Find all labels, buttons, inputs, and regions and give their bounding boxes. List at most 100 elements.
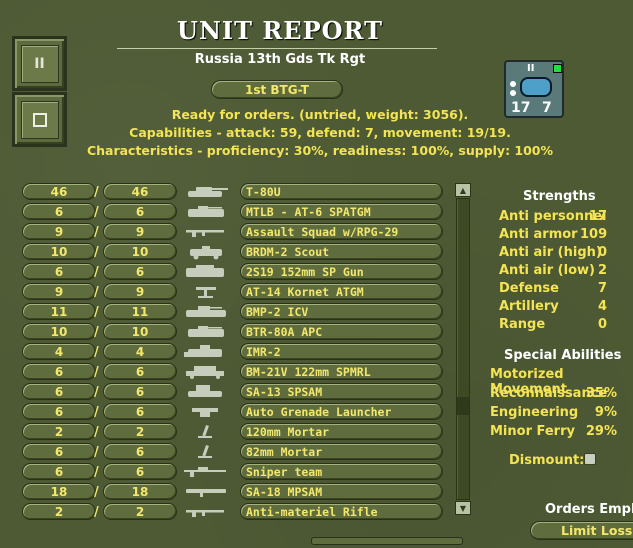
- orders-emphasis-label: Orders Empha: [545, 502, 633, 517]
- ifv-icon: [186, 306, 226, 317]
- tank-icon: [188, 187, 228, 197]
- strength-label: Range: [499, 317, 546, 332]
- scroll-up-button[interactable]: ▲: [455, 183, 471, 197]
- apc-icon: [188, 326, 224, 337]
- unit-max-count: 46: [103, 183, 177, 200]
- title-divider: [117, 48, 437, 49]
- unit-current-count: 2: [22, 503, 96, 520]
- stop-button[interactable]: [12, 92, 67, 147]
- unit-max-count: 6: [103, 363, 177, 380]
- armored-car-icon: [190, 246, 222, 260]
- characteristics-text: Characteristics - proficiency: 30%, read…: [86, 143, 554, 158]
- strength-value: 0: [597, 245, 607, 260]
- scrollbar-thumb[interactable]: [457, 397, 469, 415]
- strength-label: Anti armor: [499, 227, 578, 242]
- count-separator: /: [94, 405, 99, 420]
- unit-name-button[interactable]: BTR-80A APC: [240, 323, 443, 340]
- unit-parent-name: Russia 13th Gds Tk Rgt: [194, 52, 366, 67]
- count-separator: /: [94, 425, 99, 440]
- unit-current-count: 9: [22, 283, 96, 300]
- unit-name-button[interactable]: BMP-2 ICV: [240, 303, 443, 320]
- unit-max-count: 4: [103, 343, 177, 360]
- unit-name-button[interactable]: Assault Squad w/RPG-29: [240, 223, 443, 240]
- dot-icon: [510, 81, 516, 87]
- dismount-label: Dismount:: [509, 453, 585, 468]
- unit-max-count: 2: [103, 423, 177, 440]
- unit-name-button[interactable]: IMR-2: [240, 343, 443, 360]
- apc-icon: [188, 206, 224, 217]
- unit-max-count: 9: [103, 223, 177, 240]
- btg-selector-button[interactable]: 1st BTG-T: [211, 80, 343, 99]
- mortar-icon: [198, 425, 212, 438]
- unit-current-count: 10: [22, 243, 96, 260]
- unit-name-button[interactable]: MTLB - AT-6 SPATGM: [240, 203, 443, 220]
- ability-label: Minor Ferry: [490, 424, 575, 439]
- count-separator: /: [94, 505, 99, 520]
- unit-max-count: 18: [103, 483, 177, 500]
- count-separator: /: [94, 325, 99, 340]
- strength-value: 109: [580, 227, 608, 242]
- status-indicator: [553, 64, 562, 73]
- count-separator: /: [94, 305, 99, 320]
- unit-name-button[interactable]: 120mm Mortar: [240, 423, 443, 440]
- strengths-header: Strengths: [523, 189, 596, 204]
- scrollbar-track[interactable]: [456, 198, 470, 500]
- armor-symbol-icon: [520, 77, 552, 97]
- unit-name-button[interactable]: SA-13 SPSAM: [240, 383, 443, 400]
- attack-value: 17: [511, 100, 531, 116]
- page-title: UNIT REPORT: [177, 16, 383, 45]
- ability-value: 35%: [585, 386, 617, 401]
- atgm-icon: [196, 287, 216, 298]
- unit-max-count: 6: [103, 263, 177, 280]
- engineer-vehicle-icon: [184, 345, 222, 357]
- strength-value: 7: [597, 281, 607, 296]
- unit-current-count: 6: [22, 383, 96, 400]
- mortar-icon: [198, 445, 212, 458]
- unit-size-label: II: [527, 63, 535, 74]
- unit-name-button[interactable]: BM-21V 122mm SPMRL: [240, 363, 443, 380]
- orders-emphasis-button[interactable]: Limit Losses: [530, 521, 633, 540]
- unit-name-button[interactable]: Sniper team: [240, 463, 443, 480]
- unit-name-button[interactable]: BRDM-2 Scout: [240, 243, 443, 260]
- unit-max-count: 6: [103, 463, 177, 480]
- unit-max-count: 10: [103, 243, 177, 260]
- grenade-launcher-icon: [192, 408, 218, 417]
- dot-icon: [510, 90, 516, 96]
- unit-name-button[interactable]: SA-18 MPSAM: [240, 483, 443, 500]
- special-abilities-header: Special Abilities: [504, 348, 622, 363]
- unit-current-count: 6: [22, 403, 96, 420]
- unit-name-button[interactable]: Auto Grenade Launcher: [240, 403, 443, 420]
- ability-value: 9%: [594, 405, 617, 420]
- strength-label: Artillery: [499, 299, 559, 314]
- sniper-rifle-icon: [184, 467, 226, 477]
- unit-name-button[interactable]: T-80U: [240, 183, 443, 200]
- strength-value: 0: [597, 317, 607, 332]
- strength-label: Defense: [499, 281, 559, 296]
- unit-max-count: 6: [103, 203, 177, 220]
- unit-current-count: 6: [22, 203, 96, 220]
- strength-value: 2: [597, 263, 607, 278]
- strength-value: 4: [597, 299, 607, 314]
- rocket-truck-icon: [186, 366, 224, 379]
- unit-name-button[interactable]: Anti-materiel Rifle: [240, 503, 443, 520]
- unit-current-count: 9: [22, 223, 96, 240]
- scroll-down-button[interactable]: ▼: [455, 501, 471, 515]
- count-separator: /: [94, 285, 99, 300]
- bottom-scrollbar[interactable]: [311, 537, 463, 545]
- unit-current-count: 46: [22, 183, 96, 200]
- count-separator: /: [94, 225, 99, 240]
- unit-current-count: 11: [22, 303, 96, 320]
- unit-max-count: 6: [103, 383, 177, 400]
- count-separator: /: [94, 385, 99, 400]
- unit-name-button[interactable]: AT-14 Kornet ATGM: [240, 283, 443, 300]
- unit-max-count: 9: [103, 283, 177, 300]
- unit-name-button[interactable]: 2S19 152mm SP Gun: [240, 263, 443, 280]
- unit-max-count: 10: [103, 323, 177, 340]
- unit-max-count: 6: [103, 403, 177, 420]
- dismount-checkbox[interactable]: [584, 453, 596, 465]
- strength-value: 17: [588, 209, 607, 224]
- count-separator: /: [94, 265, 99, 280]
- count-separator: /: [94, 345, 99, 360]
- pause-button[interactable]: II: [12, 36, 67, 91]
- unit-name-button[interactable]: 82mm Mortar: [240, 443, 443, 460]
